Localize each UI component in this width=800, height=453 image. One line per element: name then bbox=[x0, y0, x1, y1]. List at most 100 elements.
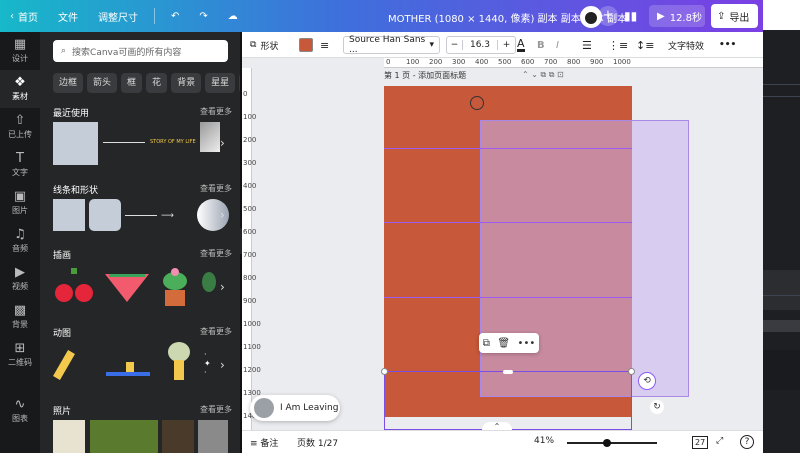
bold-button[interactable]: B bbox=[537, 32, 545, 58]
design-canvas[interactable]: 0 100 200 300 400 500 600 700 800 900 10… bbox=[242, 58, 763, 430]
resize-handle[interactable] bbox=[503, 370, 513, 374]
elements-panel: ⌕ 搜索Canva可画的所有内容 边框 箭头 框 花 背景 星星 E 最近使用 … bbox=[40, 32, 240, 453]
resize-handle[interactable] bbox=[628, 368, 635, 375]
comment-icon[interactable]: ⟲ bbox=[638, 372, 656, 390]
rail-item-video[interactable]: ▶ 视频 bbox=[0, 260, 40, 298]
fill-color-button[interactable] bbox=[299, 32, 313, 58]
rail-item-design[interactable]: ▦ 设计 bbox=[0, 32, 40, 70]
list-button[interactable]: ⋮≡ bbox=[608, 32, 628, 58]
trash-icon[interactable]: 🗑 bbox=[497, 338, 510, 349]
chip-background[interactable]: 背景 bbox=[171, 73, 202, 93]
spacing-button[interactable]: ↕≡ bbox=[636, 32, 654, 58]
recent-line[interactable] bbox=[103, 142, 145, 143]
decrease-size-button[interactable]: − bbox=[447, 40, 463, 50]
more-icon[interactable]: ••• bbox=[518, 338, 536, 349]
redo-button[interactable]: ↷ bbox=[189, 11, 217, 22]
text-color-button[interactable]: A bbox=[517, 32, 525, 58]
shape-square[interactable] bbox=[53, 199, 85, 231]
share-icon: ⇪ bbox=[717, 10, 726, 22]
see-more-recent[interactable]: 查看更多 bbox=[200, 106, 232, 117]
chevron-right-icon[interactable]: › bbox=[220, 280, 232, 296]
border-style-button[interactable]: ≡ bbox=[320, 32, 329, 58]
illustration-cherries[interactable] bbox=[53, 268, 97, 308]
illustration-partial[interactable] bbox=[202, 272, 216, 292]
selection-box[interactable] bbox=[381, 368, 635, 430]
rail-item-text[interactable]: T 文字 bbox=[0, 146, 40, 184]
illustration-watermelon[interactable] bbox=[105, 268, 149, 308]
fullscreen-icon[interactable]: ⤢ bbox=[716, 436, 723, 446]
undo-button[interactable]: ↶ bbox=[161, 11, 189, 22]
photo-thumb[interactable] bbox=[198, 420, 228, 453]
audio-track-pill[interactable]: I Am Leaving bbox=[250, 395, 340, 421]
rail-item-audio[interactable]: ♫ 音频 bbox=[0, 222, 40, 260]
present-button[interactable]: ▶ 12.8秒 bbox=[649, 5, 705, 27]
see-more-photos[interactable]: 查看更多 bbox=[200, 404, 232, 415]
photo-thumb[interactable] bbox=[53, 420, 85, 453]
animated-pencil[interactable] bbox=[53, 350, 75, 380]
align-button[interactable]: ☰ bbox=[582, 32, 592, 58]
chip-flower[interactable]: 花 bbox=[146, 73, 168, 93]
font-family-select[interactable]: Source Han Sans ... ▾ bbox=[343, 35, 440, 55]
cloud-save-button[interactable]: ☁ bbox=[218, 11, 248, 22]
chevron-right-icon[interactable]: › bbox=[220, 358, 232, 374]
chevron-right-icon[interactable]: › bbox=[220, 136, 232, 152]
rotate-icon[interactable]: ↻ bbox=[650, 400, 664, 414]
shape-rounded-square[interactable] bbox=[89, 199, 121, 231]
see-more-animated[interactable]: 查看更多 bbox=[200, 326, 232, 337]
notes-button[interactable]: ≡ 备注 bbox=[250, 436, 278, 449]
animated-bouquet[interactable] bbox=[164, 342, 194, 382]
rail-item-photos[interactable]: ▣ 图片 bbox=[0, 184, 40, 222]
text-effects-button[interactable]: 文字特效 bbox=[668, 32, 704, 58]
font-size-value[interactable]: 16.3 bbox=[463, 40, 497, 50]
page-indicator[interactable]: 页数 1/27 bbox=[297, 436, 338, 449]
italic-button[interactable]: I bbox=[556, 32, 559, 58]
rail-item-qrcode[interactable]: ⊞ 二维码 bbox=[0, 336, 40, 374]
undo-icon: ↶ bbox=[171, 10, 180, 22]
recent-square[interactable] bbox=[53, 122, 98, 165]
photo-thumb[interactable] bbox=[162, 420, 194, 453]
recent-sticker[interactable] bbox=[200, 122, 220, 152]
chevron-right-icon[interactable]: › bbox=[220, 208, 232, 224]
zoom-knob[interactable] bbox=[603, 439, 611, 447]
more-options-button[interactable]: ••• bbox=[719, 32, 736, 58]
chip-arrow[interactable]: 箭头 bbox=[87, 73, 118, 93]
duplicate-icon[interactable]: ⧉ bbox=[483, 338, 490, 349]
search-input[interactable]: ⌕ 搜索Canva可画的所有内容 bbox=[53, 40, 228, 62]
chip-star[interactable]: 星星 bbox=[205, 73, 236, 93]
illustration-plant-pot[interactable] bbox=[157, 268, 193, 308]
shape-menu[interactable]: ⧉ 形状 bbox=[250, 32, 278, 58]
animated-yoga[interactable] bbox=[106, 362, 150, 378]
file-menu[interactable]: 文件 bbox=[48, 9, 88, 24]
photo-thumb[interactable] bbox=[90, 420, 158, 453]
zoom-slider[interactable] bbox=[567, 439, 657, 447]
chip-border[interactable]: 边框 bbox=[53, 73, 84, 93]
rail-item-uploads[interactable]: ⇧ 已上传 bbox=[0, 108, 40, 146]
add-collaborator-button[interactable]: + bbox=[598, 6, 618, 26]
see-more-lines[interactable]: 查看更多 bbox=[200, 183, 232, 194]
font-size-stepper[interactable]: − 16.3 + bbox=[446, 36, 516, 54]
chip-more[interactable]: E bbox=[239, 73, 240, 93]
increase-size-button[interactable]: + bbox=[497, 40, 515, 50]
page-count-button[interactable]: 27 bbox=[692, 436, 709, 449]
chevron-left-icon: ‹ bbox=[10, 10, 14, 22]
chip-frame[interactable]: 框 bbox=[121, 73, 143, 93]
shape-line[interactable] bbox=[125, 215, 157, 216]
see-more-illustrations[interactable]: 查看更多 bbox=[200, 248, 232, 259]
animated-sparkles[interactable]: · ✦ · bbox=[204, 350, 214, 380]
selected-element[interactable] bbox=[480, 120, 689, 397]
resize-handle[interactable] bbox=[381, 368, 388, 375]
rail-item-charts[interactable]: ∿ 图表 bbox=[0, 392, 40, 430]
page-controls[interactable]: ⌃ ⌄ ⧉ ⧉ ⊡ bbox=[522, 70, 564, 80]
analytics-icon[interactable]: ▮▮ bbox=[624, 9, 640, 23]
shape-arrow[interactable]: ⟶ bbox=[161, 211, 174, 221]
zoom-level[interactable]: 41% bbox=[534, 436, 554, 446]
rail-item-elements[interactable]: ❖ 素材 bbox=[0, 70, 40, 108]
page-title[interactable]: 第 1 页 - 添加页面标题 bbox=[384, 70, 466, 81]
rail-item-background[interactable]: ▩ 背景 bbox=[0, 298, 40, 336]
expand-timeline-button[interactable]: ⌃ bbox=[482, 422, 512, 430]
recent-text[interactable]: STORY OF MY LIFE bbox=[150, 139, 196, 145]
help-icon[interactable]: ? bbox=[740, 435, 754, 449]
export-button[interactable]: ⇪ 导出 bbox=[711, 4, 758, 28]
resize-menu[interactable]: 调整尺寸 bbox=[88, 9, 148, 24]
home-button[interactable]: ‹ 首页 bbox=[0, 9, 48, 24]
